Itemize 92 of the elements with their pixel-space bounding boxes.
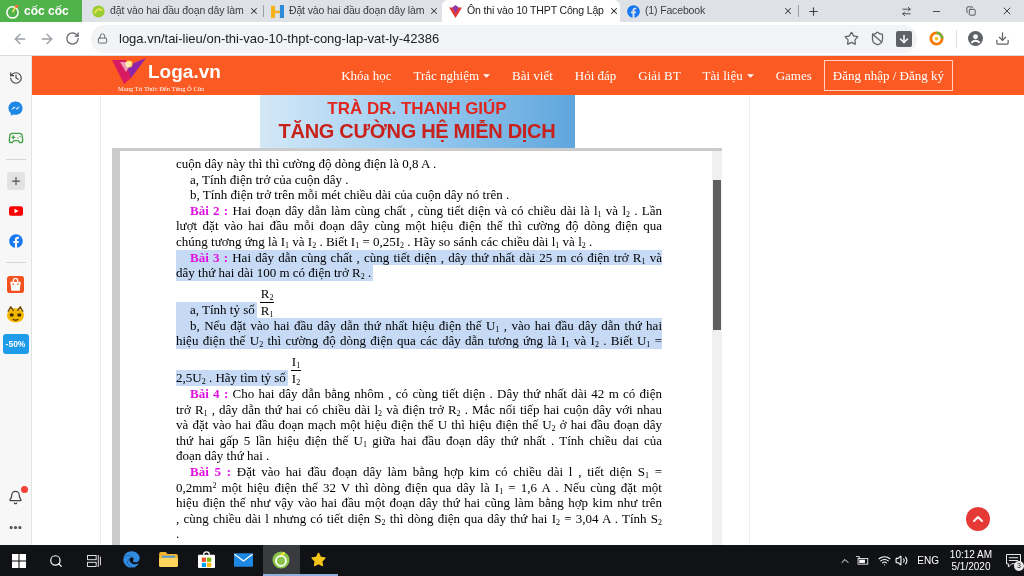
caret-icon (483, 73, 491, 78)
search-icon[interactable] (49, 553, 64, 568)
document-text-line: và đặt vào hai đầu đoạn mạch một hiệu điện thế U thì hiệu điện thế U$_{2}$ ở hai đầu đoạn dây (176, 417, 662, 433)
swirl-icon (92, 4, 105, 18)
close-icon[interactable] (429, 6, 440, 16)
download-box-icon[interactable] (896, 30, 912, 47)
fraction-numerator: I$_{1}$ (290, 353, 302, 370)
logo-emblem-icon[interactable] (112, 58, 146, 85)
facebook-icon[interactable] (8, 234, 23, 248)
scrollbar-thumb[interactable] (713, 180, 721, 330)
nav-link[interactable]: Hỏi đáp (574, 65, 617, 86)
add-button[interactable] (6, 172, 25, 190)
document-text-line: thứ hai gấp 5 lần hiệu điện thế U$_{1}$ giữa hai đầu đoạn dây thứ nhất . Tính chiều dai của (176, 432, 662, 449)
close-icon[interactable] (248, 6, 259, 16)
caret-icon (746, 73, 754, 78)
site-logo-text[interactable]: Loga.vn (148, 61, 221, 81)
login-button[interactable]: Đăng nhập / Đăng ký (823, 60, 953, 91)
windows-icon[interactable] (11, 553, 26, 568)
nav-link[interactable]: Khóa học (341, 65, 392, 86)
restore-icon[interactable] (966, 6, 976, 16)
reload-icon[interactable] (65, 31, 80, 46)
messenger-icon[interactable] (8, 100, 23, 116)
document-text-line: đoạn dây thứ hai . (176, 448, 271, 464)
browser-tab[interactable]: (1) Facebook (620, 0, 798, 22)
browser-tab[interactable]: Ôn thi vào 10 THPT Công Lập (442, 0, 620, 22)
scroll-top-button[interactable] (966, 507, 990, 531)
history-icon[interactable] (8, 71, 23, 85)
taskbar-app-button[interactable] (262, 545, 300, 576)
language-indicator[interactable]: ENG (917, 553, 939, 568)
bars-icon (271, 4, 284, 18)
nav-link[interactable]: Games (775, 65, 812, 86)
document-text-line: Bài 2 : Hai đoạn dây dẫn làm cùng chất , cùng tiết diện và có chiều dài là l$_{1}$ và l$_{2}$ . Lần (189, 202, 662, 219)
ring-icon[interactable] (929, 31, 944, 46)
document-text-line: . (176, 526, 181, 542)
notification-icon[interactable] (1006, 553, 1021, 568)
lock-icon (97, 33, 108, 44)
volume-icon[interactable] (895, 554, 909, 567)
browser-menu-button[interactable]: cốc cốc (0, 0, 82, 22)
battery-icon[interactable] (856, 556, 870, 565)
document-text-line: chúng tương ứng là I$_{1}$ và I$_{2}$ . Biết I$_{1}$ = 0,25I$_{2}$ . Hãy so sánh các chiều dài l$_{1}$ và l$_{2}$ . (176, 233, 594, 250)
address-field[interactable]: loga.vn/tai-lieu/on-thi-vao-10-thpt-cong-lap-vat-ly-42386 (91, 24, 917, 53)
facebook-icon (627, 4, 640, 18)
document-text-line: b, Tính điện trở trên mỗi mét chiều dài của cuộn dây nó trên . (189, 187, 511, 203)
close-icon[interactable] (608, 6, 619, 16)
bell-icon[interactable] (8, 489, 23, 505)
document-text-line: 0,2mm$^{2}$ một hiệu điện thế 32 V thì dòng điện qua dây là I$_{1}$ = 1,6 A . Nếu cùng đặt một (176, 479, 662, 496)
scrollbar[interactable] (712, 151, 722, 545)
edge-icon (122, 551, 140, 568)
browser-tab[interactable]: Đặt vào hai đầu đoạn dây làm (264, 0, 442, 22)
task-view-icon[interactable] (86, 554, 101, 567)
nav-link[interactable]: Trắc nghiệm (413, 65, 491, 86)
fraction-denominator: I$_{2}$ (290, 370, 302, 386)
document-text-line: , cùng chiều dài l nhưng có tiết diện S$_{2}$ thì dòng điện qua dây thứ hai I$_{2}$ = 3,04 A . Tính S$_{2}$ (176, 510, 662, 527)
gamepad-icon[interactable] (7, 130, 24, 146)
diamond-star-icon (449, 4, 462, 18)
close-icon[interactable] (1001, 5, 1013, 17)
document-text-line: hiệu điện thế như vậy vào hai đầu một đoạn dây thứ hai cũng làm bằng hợp kim như trên (176, 495, 662, 511)
nav-link[interactable]: Bài viết (512, 65, 553, 86)
plus-icon (9, 175, 22, 187)
cartoon-icon[interactable] (6, 305, 25, 323)
banner-subtitle: TRÀ DR. THANH GIÚP (327, 98, 507, 119)
fraction-numerator: R$_{2}$ (259, 285, 275, 302)
discount-badge[interactable]: -50% (2, 334, 29, 354)
youtube-icon[interactable] (8, 206, 23, 216)
document-text-line: Bài 5 : Đặt vào hai đầu đoạn dây làm bằng hợp kim có chiều dài l , tiết diện S$_{1}$ = (189, 463, 662, 480)
banner-title: TĂNG CƯỜNG HỆ MIỄN DỊCH (278, 119, 556, 144)
mail-icon (234, 552, 254, 567)
clock-date[interactable]: 5/1/2020 (951, 560, 991, 573)
arrows-icon[interactable] (901, 5, 912, 17)
new-tab-icon[interactable] (807, 4, 820, 18)
nav-link[interactable]: Giải BT (638, 65, 681, 86)
clock-time[interactable]: 10:12 AM (949, 548, 993, 561)
download-icon[interactable] (995, 31, 1010, 46)
account-icon[interactable] (968, 31, 983, 46)
star-icon (311, 552, 327, 567)
fraction-denominator: R$_{1}$ (259, 302, 275, 318)
star-icon[interactable] (844, 31, 859, 46)
document-text-line: a, Tính điện trở của cuộn dây . (189, 171, 350, 188)
document-text-line: Bài 4 : Cho hai dây dẫn bằng nhôm , có cùng tiết diện . Dây thứ nhất dài 42 m có điện (189, 385, 662, 402)
shopping-bag-icon[interactable] (7, 275, 24, 293)
shield-icon[interactable] (870, 31, 885, 46)
folder-icon (159, 552, 179, 567)
close-icon[interactable] (783, 6, 793, 16)
document-text-line: lượt đặt vào hai đầu mỗi đoạn dây cùng một hiệu điện thế thì cường độ dòng điện qua (176, 218, 662, 234)
sprout-ring-icon (5, 3, 20, 19)
ring-app-icon (272, 550, 291, 569)
document-text-line: trở R$_{1}$ , dây dẫn thứ hai có chiều dài l$_{2}$ và điện trở R$_{2}$ . Mắc nối tiếp hai cuộn dây với nhau (176, 401, 662, 418)
document-text-line: cuộn dây này thì thì cường độ dòng điện là 0,8 A . (176, 156, 438, 172)
store-bag-icon (197, 551, 215, 568)
wifi-icon[interactable] (878, 554, 892, 567)
browser-tab[interactable]: đặt vào hai đầu đoạn dây làm (85, 0, 263, 22)
nav-link[interactable]: Tài liệu (702, 65, 754, 86)
